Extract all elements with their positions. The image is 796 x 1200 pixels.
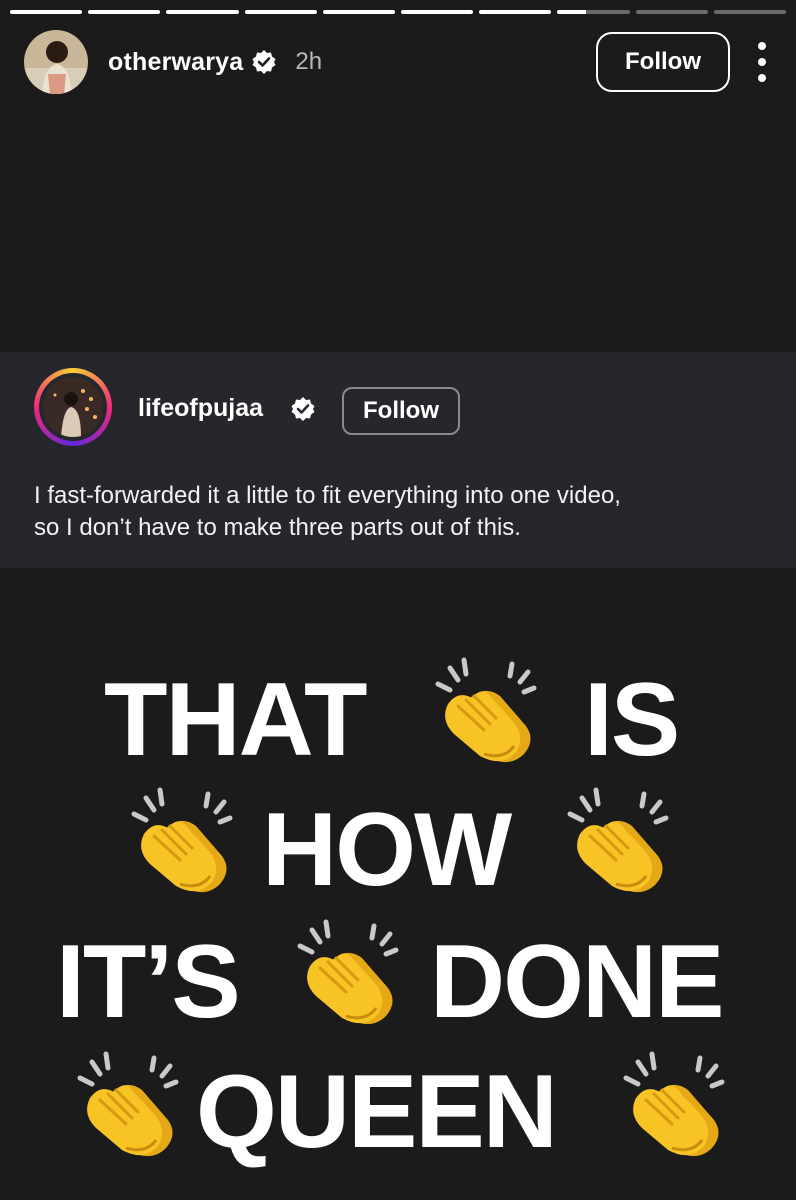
story-progress-segment (401, 10, 474, 14)
clapping-hands-icon (290, 916, 400, 1026)
story-progress (10, 10, 787, 14)
username[interactable]: otherwarya (108, 48, 243, 77)
overlay-word: THAT (104, 662, 368, 778)
clapping-hands-icon (560, 784, 670, 894)
overlay-word: IT’S (56, 924, 241, 1040)
story-progress-segment (635, 10, 708, 14)
story-progress-segment (166, 10, 239, 14)
story-progress-segment (713, 10, 787, 14)
overlay-word: DONE (430, 924, 724, 1040)
story-progress-segment (557, 10, 630, 14)
overlay-word: HOW (262, 792, 512, 908)
story-progress-segment (88, 10, 161, 14)
shared-post-username[interactable]: lifeofpujaa (138, 394, 263, 423)
verified-badge-icon (251, 49, 277, 75)
avatar[interactable] (24, 30, 88, 94)
shared-post-follow-button[interactable]: Follow (342, 387, 460, 435)
overlay-word: IS (584, 662, 680, 778)
caption-line: so I don’t have to make three parts out … (34, 514, 521, 541)
clapping-hands-icon (124, 784, 234, 894)
caption-line: I fast-forwarded it a little to fit ever… (34, 482, 621, 509)
shared-post-avatar-photo (43, 377, 103, 437)
story-progress-segment (479, 10, 552, 14)
shared-post-card[interactable]: lifeofpujaa Follow I fast-forwarded it a… (0, 352, 796, 568)
clapping-hands-icon (616, 1048, 726, 1158)
more-vertical-icon[interactable] (752, 42, 772, 82)
story-progress-segment (244, 10, 317, 14)
story-header: otherwarya 2h Follow (24, 30, 772, 94)
shared-post-caption: I fast-forwarded it a little to fit ever… (34, 480, 774, 544)
post-time: 2h (295, 48, 323, 75)
story-progress-segment (10, 10, 83, 14)
clapping-hands-icon (70, 1048, 180, 1158)
follow-button[interactable]: Follow (596, 32, 730, 92)
verified-badge-icon (290, 396, 316, 422)
overlay-word: QUEEN (196, 1054, 558, 1170)
story-progress-segment (322, 10, 396, 14)
clapping-hands-icon (428, 654, 538, 764)
